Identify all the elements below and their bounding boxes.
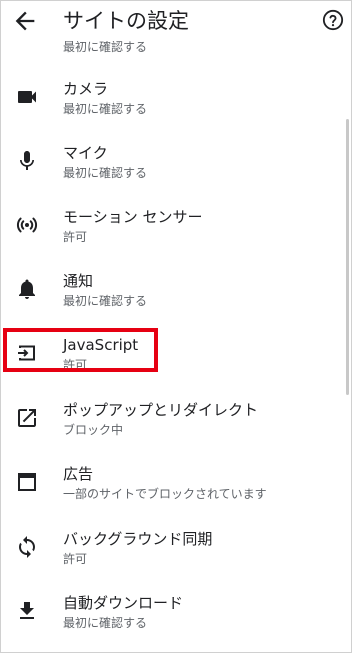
setting-item-label: 通知 bbox=[63, 272, 94, 290]
setting-item-status: 許可 bbox=[63, 230, 88, 244]
setting-item-label: モーション センサー bbox=[63, 208, 203, 226]
setting-item-label: バックグラウンド同期 bbox=[63, 530, 213, 548]
setting-item-microphone[interactable]: マイク 最初に確認する bbox=[1, 141, 341, 197]
arrow-back-icon[interactable] bbox=[11, 7, 39, 35]
microphone-icon bbox=[20, 151, 34, 170]
setting-item-label: ポップアップとリダイレクト bbox=[63, 401, 259, 419]
setting-item-automatic-downloads[interactable]: 自動ダウンロード 最初に確認する bbox=[1, 591, 341, 647]
bell-icon bbox=[19, 279, 35, 299]
settings-screen: 最初に確認する サイトの設定 カメラ 最初に確認する マイク 最初に確認する モ… bbox=[0, 0, 352, 653]
setting-item-label: カメラ bbox=[63, 80, 109, 98]
setting-item-motion-sensor[interactable]: モーション センサー 許可 bbox=[1, 205, 341, 261]
scrollbar[interactable] bbox=[346, 119, 349, 395]
setting-item-status: 許可 bbox=[63, 552, 88, 566]
camera-icon bbox=[18, 91, 36, 103]
setting-item-status: 最初に確認する bbox=[63, 294, 148, 308]
setting-item-notifications[interactable]: 通知 最初に確認する bbox=[1, 269, 341, 325]
open-in-new-icon bbox=[18, 409, 36, 427]
download-icon bbox=[20, 602, 34, 619]
setting-item-status: ブロック中 bbox=[63, 423, 124, 437]
setting-item-status: 最初に確認する bbox=[63, 102, 148, 116]
help-circle-icon[interactable] bbox=[322, 9, 344, 31]
top-app-bar: サイトの設定 bbox=[1, 1, 351, 41]
setting-item-label: 広告 bbox=[63, 465, 94, 483]
ads-window-icon bbox=[18, 473, 36, 491]
setting-item-background-sync[interactable]: バックグラウンド同期 許可 bbox=[1, 527, 341, 583]
setting-item-status: 最初に確認する bbox=[63, 616, 148, 630]
setting-item-label: マイク bbox=[63, 144, 108, 162]
motion-sensor-icon bbox=[16, 217, 38, 233]
setting-item-camera[interactable]: カメラ 最初に確認する bbox=[1, 77, 341, 133]
highlight-box bbox=[3, 328, 158, 372]
sync-icon bbox=[19, 536, 35, 558]
setting-item-label: 自動ダウンロード bbox=[63, 594, 184, 612]
setting-item-status: 最初に確認する bbox=[63, 166, 148, 180]
setting-item-popups[interactable]: ポップアップとリダイレクト ブロック中 bbox=[1, 398, 341, 454]
setting-item-ads[interactable]: 広告 一部のサイトでブロックされています bbox=[1, 462, 341, 518]
page-title: サイトの設定 bbox=[63, 9, 189, 33]
setting-item-status: 一部のサイトでブロックされています bbox=[63, 487, 267, 501]
